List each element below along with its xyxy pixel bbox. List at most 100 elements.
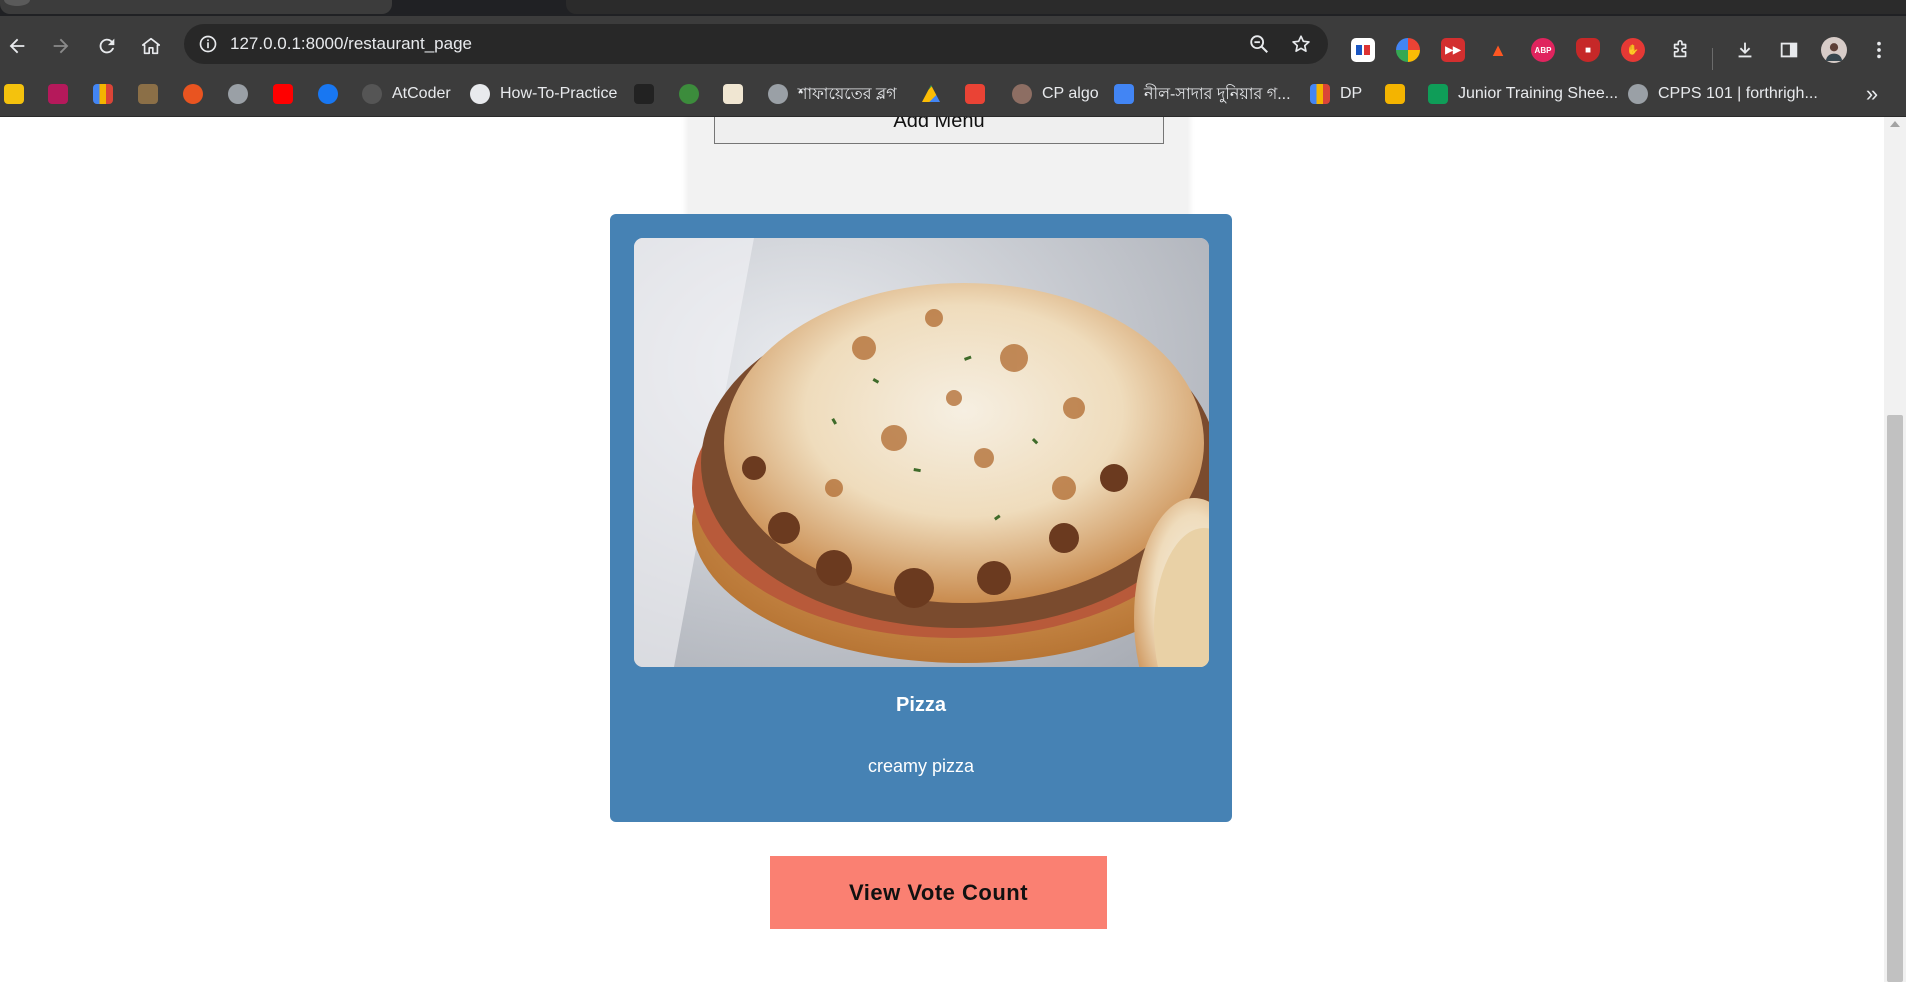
bookmark-cpps-101[interactable]: CPPS 101 | forthrigh... [1628,83,1818,105]
browser-toolbar: 127.0.0.1:8000/restaurant_page ▶▶ ▲ ABP … [0,16,1906,72]
person-icon [723,84,743,104]
star-icon[interactable] [1290,33,1312,55]
bookmark-uva[interactable] [48,83,68,105]
atcoder-icon [362,84,382,104]
tab-active[interactable] [0,0,392,14]
shield-icon[interactable]: ■ [1576,38,1600,62]
adblock-plus-icon[interactable]: ABP [1531,38,1555,62]
leaf-icon [679,84,699,104]
avatar-icon [1825,43,1843,61]
dish-name: Pizza [895,694,947,716]
bookmark-junior-training-sheet[interactable]: Junior Training Shee... [1428,83,1618,105]
tab-inactive[interactable] [566,0,1906,14]
bookmark-youtube[interactable] [273,83,293,105]
youtube-icon [273,84,293,104]
pizza-photo-icon [634,238,1209,667]
arrow-right-icon [53,38,69,54]
bookmark-leaf[interactable] [679,83,699,105]
bookmark-ninja[interactable] [634,83,654,105]
bookmark-label: শাফায়েতের ব্লগ [798,85,897,103]
url-text[interactable]: 127.0.0.1:8000/restaurant_page [230,34,472,54]
bookmark-codechef[interactable] [138,83,158,105]
bookmark-label: DP [1340,85,1363,102]
uva-icon [48,84,68,104]
chevron-double-right-icon[interactable]: » [1860,82,1884,106]
bookmark-dp[interactable]: DP [1310,83,1362,105]
extension-fire-icon[interactable]: ▲ [1486,38,1510,62]
bookmark-chart[interactable] [93,83,113,105]
kebab-menu-icon [1877,41,1881,59]
home-button[interactable] [136,31,166,61]
bookmark-drive[interactable] [921,83,941,105]
profile-avatar[interactable] [1821,37,1847,63]
bookmark-cp-algo[interactable]: CP algo [1012,83,1099,105]
view-vote-count-button[interactable]: View Vote Count [770,856,1107,929]
page-viewport: Add Menu Pizza creamy pizza View Vote Co… [0,117,1884,982]
page-scrollbar[interactable] [1884,117,1906,982]
extension-forward-icon[interactable]: ▶▶ [1441,38,1465,62]
bookmark-label: নীল-সাদার দুনিয়ার গ... [1144,85,1291,103]
bar-chart-icon [93,84,113,104]
dish-image [634,238,1209,667]
info-icon[interactable] [198,34,218,54]
extension-color-wheel-icon[interactable] [1396,38,1420,62]
bookmark-gmail[interactable] [965,83,985,105]
arrow-left-icon [9,38,25,54]
reload-icon [99,38,115,54]
github-icon [470,84,490,104]
toolbar-divider [1712,48,1713,70]
forward-button[interactable] [46,31,76,61]
extension-flag-icon[interactable] [1351,38,1375,62]
reload-button[interactable] [92,31,122,61]
codechef-icon [138,84,158,104]
bookmark-label: Junior Training Shee... [1458,85,1619,102]
bookmark-label: How-To-Practice [500,85,618,102]
bookmark-atcoder[interactable]: AtCoder [362,83,451,105]
bookmark-globe[interactable] [228,83,248,105]
zoom-out-icon[interactable] [1248,33,1270,55]
scroll-up-arrow-icon[interactable] [1890,121,1900,127]
gmail-icon [965,84,985,104]
bar-chart-icon [1310,84,1330,104]
home-icon [141,37,161,55]
downloads-button[interactable] [1732,37,1758,63]
drive-icon [922,85,940,102]
stop-hand-icon[interactable]: ✋ [1621,38,1645,62]
browser-menu-button[interactable] [1866,37,1892,63]
add-menu-button[interactable]: Add Menu [714,117,1164,144]
side-panel-icon [1780,42,1798,58]
globe-icon [768,84,788,104]
globe-icon [228,84,248,104]
cp-algo-icon [1012,84,1032,104]
ninja-icon [634,84,654,104]
bookmark-blue-white-world[interactable]: নীল-সাদার দুনিয়ার গ... [1114,83,1291,105]
extensions-button[interactable] [1668,37,1694,63]
smiley-icon [4,84,24,104]
bookmark-how-to-practice[interactable]: How-To-Practice [470,83,617,105]
facebook-icon [318,84,338,104]
puzzle-icon [1673,40,1687,58]
bookmark-label: AtCoder [392,85,451,102]
bookmark-facebook[interactable] [318,83,338,105]
docs-icon [1114,84,1134,104]
dish-description: creamy pizza [867,756,975,776]
bookmark-ubuntu[interactable] [183,83,203,105]
bookmark-label: CP algo [1042,85,1099,102]
side-panel-button[interactable] [1776,37,1802,63]
bookmark-label: CPPS 101 | forthrigh... [1658,85,1818,102]
bookmark-slides[interactable] [1385,83,1405,105]
globe-icon [1628,84,1648,104]
bookmarks-bar: AtCoder How-To-Practice শাফায়েতের ব্লগ … [0,72,1906,117]
ubuntu-icon [183,84,203,104]
menu-item-card: Pizza creamy pizza [610,214,1232,822]
download-icon [1738,42,1752,58]
scroll-thumb[interactable] [1887,415,1903,982]
tab-favicon [4,0,30,6]
bookmark-person[interactable] [723,83,743,105]
slides-icon [1385,84,1405,104]
bookmark-shafaet-blog[interactable]: শাফায়েতের ব্লগ [768,83,897,105]
sheets-icon [1428,84,1448,104]
back-button[interactable] [2,31,32,61]
address-bar[interactable]: 127.0.0.1:8000/restaurant_page [184,24,1328,64]
bookmark-smiley[interactable] [4,83,24,105]
